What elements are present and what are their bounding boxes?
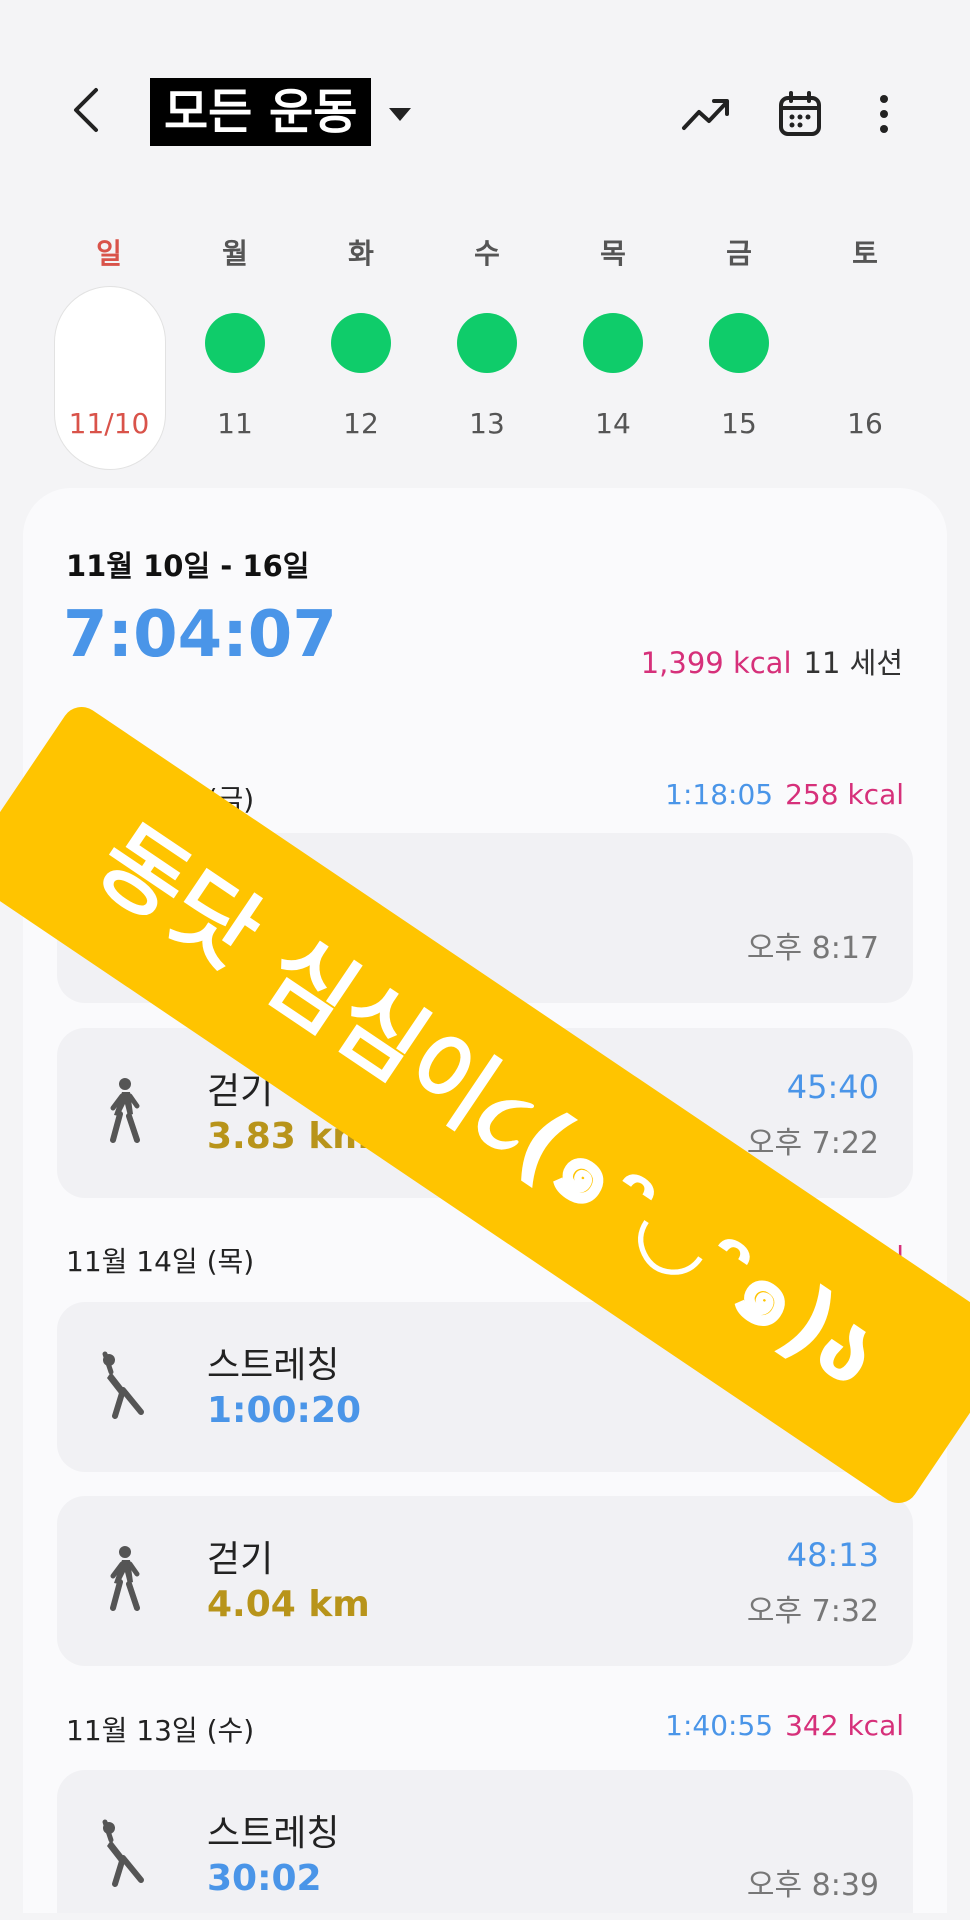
day-stats: 1:40:55 342 kcal [665, 1709, 904, 1742]
more-vert-icon [880, 95, 888, 133]
stretching-icon [102, 1351, 144, 1419]
trend-button[interactable] [678, 86, 734, 142]
workout-duration: 30:02 [207, 1858, 322, 1899]
day-duration: 1:40:55 [665, 1709, 774, 1742]
date-label: 11/10 [68, 407, 150, 440]
day-kcal: 342 kcal [785, 1709, 904, 1742]
week-day[interactable]: 화 12 [306, 225, 416, 475]
goal-achieved-dot [583, 313, 643, 373]
more-options-button[interactable] [856, 86, 912, 142]
week-day[interactable]: 월 11 [180, 225, 290, 475]
calendar-button[interactable] [772, 86, 828, 142]
goal-achieved-dot [331, 313, 391, 373]
week-day[interactable]: 수 13 [432, 225, 542, 475]
goal-achieved-dot [709, 313, 769, 373]
workout-duration: 45:40 [786, 1068, 879, 1106]
stretching-icon [102, 1819, 144, 1887]
week-day[interactable]: 목 14 [558, 225, 668, 475]
day-date-label: 11월 13일 (수) [66, 1714, 255, 1747]
week-range-label: 11월 10일 - 16일 [66, 549, 310, 583]
goal-achieved-dot [457, 313, 517, 373]
workout-duration: 48:13 [786, 1536, 879, 1574]
date-label: 12 [343, 407, 379, 440]
workout-name: 걷기 [207, 1539, 274, 1580]
weekday-label: 목 [600, 237, 626, 270]
calendar-icon [779, 91, 821, 136]
week-day[interactable]: 일 11/10 [54, 225, 164, 475]
page-title[interactable]: 모든 운동 [150, 78, 372, 146]
walking-icon [110, 1078, 140, 1143]
workout-start-time: 오후 7:32 [746, 1594, 879, 1629]
date-label: 15 [721, 407, 757, 440]
workout-name: 스트레칭 [207, 1345, 340, 1386]
weekday-label: 토 [852, 237, 878, 270]
week-kcal: 1,399 kcal [640, 646, 792, 680]
week-day[interactable]: 토 16 [810, 225, 920, 475]
date-label: 14 [595, 407, 631, 440]
date-label: 13 [469, 407, 505, 440]
trending-up-icon [682, 99, 729, 130]
weekday-label: 화 [348, 237, 374, 270]
weekday-label: 월 [222, 237, 248, 270]
date-label: 16 [847, 407, 883, 440]
week-summary-stats: 1,399 kcal 11 세션 [641, 640, 903, 682]
walking-icon [110, 1546, 140, 1611]
back-button[interactable] [58, 82, 114, 138]
weekday-label: 수 [474, 237, 500, 270]
workout-name: 스트레칭 [207, 1813, 340, 1854]
week-day[interactable]: 금 15 [684, 225, 794, 475]
chevron-left-icon [74, 88, 98, 132]
workout-card[interactable]: 스트레칭 30:02 오후 8:39 [57, 1770, 913, 1913]
weekday-label: 금 [726, 237, 752, 270]
workout-start-time: 오후 8:17 [746, 931, 879, 966]
week-strip: 일 11/10 월 11 화 12 수 13 목 14 금 15 토 16 [0, 225, 970, 480]
workout-start-time: 오후 7:22 [746, 1126, 879, 1161]
day-duration: 1:18:05 [665, 778, 774, 811]
weekday-label: 일 [96, 237, 122, 270]
workout-start-time: 오후 8:39 [746, 1868, 879, 1903]
week-sessions: 11 세션 [803, 646, 903, 680]
goal-achieved-dot [205, 313, 265, 373]
day-kcal: 258 kcal [785, 778, 904, 811]
workout-duration: 1:00:20 [207, 1390, 362, 1431]
day-date-label: 11월 14일 (목) [66, 1245, 255, 1278]
total-duration: 7:04:07 [63, 598, 337, 672]
workout-distance: 4.04 km [207, 1584, 370, 1625]
day-stats: 1:18:05 258 kcal [665, 778, 904, 811]
workout-card[interactable]: 걷기 4.04 km 48:13 오후 7:32 [57, 1496, 913, 1666]
top-app-bar: 모든 운동 [0, 0, 970, 230]
dropdown-arrow-icon[interactable] [386, 100, 414, 128]
day-header: 11월 13일 (수) 1:40:55 342 kcal [66, 1709, 904, 1749]
date-label: 11 [217, 407, 253, 440]
